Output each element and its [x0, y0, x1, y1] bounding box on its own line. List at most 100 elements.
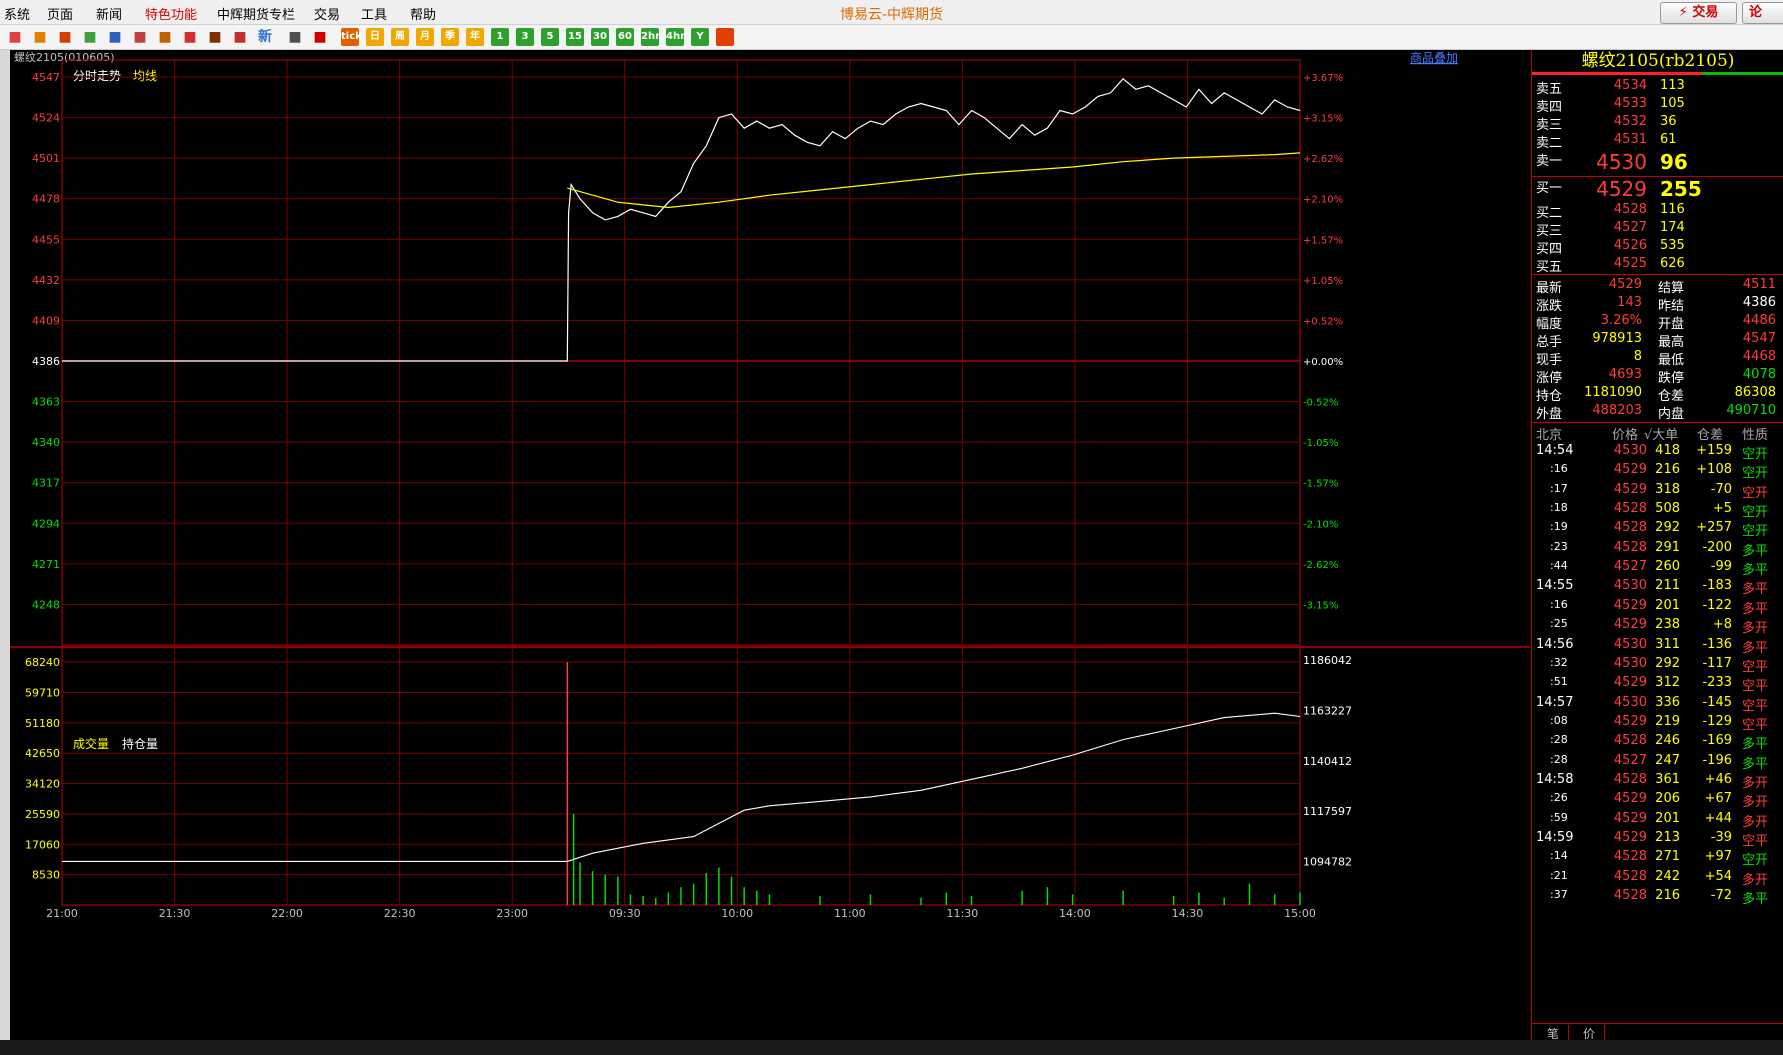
time-tick-label: 10:00	[721, 907, 753, 920]
tick-volume: 311	[1655, 636, 1680, 652]
day-icon[interactable]: 日	[366, 28, 384, 46]
ask-row: 卖三 4532 36	[1532, 114, 1783, 133]
2h-icon[interactable]: 2hr	[641, 28, 660, 46]
tick-volume: 211	[1655, 578, 1680, 594]
menu-zhonghui[interactable]: 中辉期货专栏	[217, 4, 295, 23]
stat-row: 幅度 3.26% 开盘 4486	[1532, 313, 1783, 332]
menu-news[interactable]: 新闻	[96, 4, 122, 23]
tick-volume: 219	[1655, 713, 1680, 729]
tick-nature: 多开	[1742, 775, 1769, 791]
ask-volume: 96	[1660, 150, 1688, 174]
5m-icon[interactable]: 5	[541, 28, 559, 46]
stat-value: 1181090	[1584, 385, 1642, 400]
price-tick-label: 4317	[32, 477, 60, 490]
1m-icon[interactable]: 1	[491, 28, 509, 46]
oi-tick-label: 1163227	[1303, 704, 1352, 717]
legend-price: 分时走势	[73, 69, 121, 83]
price-tick-label: 4340	[32, 436, 60, 449]
4h-icon[interactable]: 4hr	[666, 28, 685, 46]
overlay-link[interactable]: 商品叠加	[1410, 50, 1458, 65]
tick-nature: 多平	[1742, 640, 1769, 656]
tick-row: :25 4529 238 +8 多开	[1532, 617, 1783, 636]
tab-prices[interactable]: 价	[1574, 1025, 1605, 1041]
tick-price: 4529	[1613, 791, 1647, 807]
quarter-icon[interactable]: 季	[441, 28, 459, 46]
tick-volume: 260	[1655, 559, 1680, 575]
menu-trade[interactable]: 交易	[314, 4, 340, 23]
tick-time: :37	[1550, 888, 1568, 902]
intraday-chart[interactable]: 螺纹2105(010605) 商品叠加 分时走势 均线 成交量 持仓量 4547…	[10, 50, 1530, 1040]
left-side-tabs[interactable]	[0, 50, 10, 1040]
week-icon[interactable]: 周	[391, 28, 409, 46]
refresh-icon[interactable]: ■	[81, 28, 99, 46]
year-icon[interactable]: 年	[466, 28, 484, 46]
tick-row: :44 4527 260 -99 多平	[1532, 559, 1783, 578]
30m-icon[interactable]: 30	[591, 28, 609, 46]
tick-nature: 多平	[1742, 582, 1769, 598]
price-line	[62, 77, 1301, 362]
calc-icon[interactable]	[716, 28, 734, 46]
bid-label: 买三	[1536, 224, 1563, 239]
stat-label: 昨结	[1658, 299, 1685, 314]
zoom-icon[interactable]: ■	[131, 28, 149, 46]
tick-oi-change: +108	[1696, 462, 1732, 478]
price-tick-label: 4386	[32, 355, 60, 368]
stat-row: 涨停 4693 跌停 4078	[1532, 367, 1783, 386]
y-icon[interactable]: Y	[691, 28, 709, 46]
bid-label: 买四	[1536, 242, 1563, 257]
tick-volume: 336	[1655, 694, 1680, 710]
trend-icon[interactable]: ■	[311, 28, 329, 46]
tick-row: :18 4528 508 +5 空开	[1532, 501, 1783, 520]
filter-icon[interactable]: ■	[231, 28, 249, 46]
price-tick-label: 4524	[32, 112, 60, 125]
home-icon[interactable]: ■	[6, 28, 24, 46]
tick-row: :16 4529 201 -122 多平	[1532, 598, 1783, 617]
trade-button[interactable]: ⚡ 交易	[1660, 2, 1737, 24]
percent-tick-label: -0.52%	[1303, 398, 1338, 409]
15m-icon[interactable]: 15	[566, 28, 584, 46]
tick-volume: 213	[1655, 830, 1680, 845]
volume-tick-label: 68240	[25, 656, 60, 669]
month-icon[interactable]: 月	[416, 28, 434, 46]
menu-system[interactable]: 系统	[4, 4, 30, 23]
draw-icon[interactable]: ■	[206, 28, 224, 46]
time-tick-label: 09:30	[609, 907, 641, 920]
tab-trades[interactable]: 笔	[1538, 1025, 1569, 1041]
search-icon[interactable]: ■	[106, 28, 124, 46]
layout-icon[interactable]: ■	[156, 28, 174, 46]
tick-row: :32 4530 292 -117 空平	[1532, 656, 1783, 675]
quote-panel: 螺纹2105(rb2105) 卖五 4534 113 卖四 4533 105 卖三 4532 3…	[1531, 50, 1783, 1041]
menu-page[interactable]: 页面	[47, 4, 73, 23]
window-icon[interactable]: ■	[31, 28, 49, 46]
menu-special[interactable]: 特色功能	[145, 4, 197, 23]
tick-time: :26	[1550, 791, 1568, 805]
tick-price: 4529	[1613, 617, 1647, 633]
tick-oi-change: -70	[1710, 481, 1732, 497]
news-icon[interactable]: 新	[256, 28, 274, 46]
tick-icon[interactable]: tick	[341, 28, 362, 46]
tick-price: 4529	[1613, 462, 1647, 478]
tick-row: 14:56 4530 311 -136 多平	[1532, 637, 1783, 656]
tick-nature: 空平	[1742, 698, 1769, 714]
60m-icon[interactable]: 60	[616, 28, 634, 46]
menu-help[interactable]: 帮助	[410, 4, 436, 23]
tick-price: 4528	[1613, 501, 1647, 517]
table-icon[interactable]: ■	[286, 28, 304, 46]
tick-price: 4528	[1613, 849, 1647, 865]
bid-label: 买二	[1536, 206, 1563, 221]
stat-value: 978913	[1592, 331, 1642, 346]
percent-tick-label: -1.05%	[1303, 438, 1338, 449]
forum-button[interactable]: 论	[1742, 2, 1783, 24]
menu-bar: 系统 页面 新闻 特色功能 中辉期货专栏 交易 工具 帮助 博易云-中辉期货 ⚡…	[0, 0, 1783, 25]
tick-row: :16 4529 216 +108 空开	[1532, 462, 1783, 481]
bid-volume: 174	[1660, 220, 1685, 235]
menu-tools[interactable]: 工具	[361, 4, 387, 23]
tick-time: :59	[1550, 810, 1568, 824]
bid-volume: 626	[1660, 256, 1685, 271]
pen-icon[interactable]: ■	[181, 28, 199, 46]
legend-oi: 持仓量	[122, 736, 158, 751]
chart-icon[interactable]: ■	[56, 28, 74, 46]
tick-nature: 多开	[1742, 814, 1769, 830]
stat-value: 86308	[1734, 385, 1776, 400]
3m-icon[interactable]: 3	[516, 28, 534, 46]
